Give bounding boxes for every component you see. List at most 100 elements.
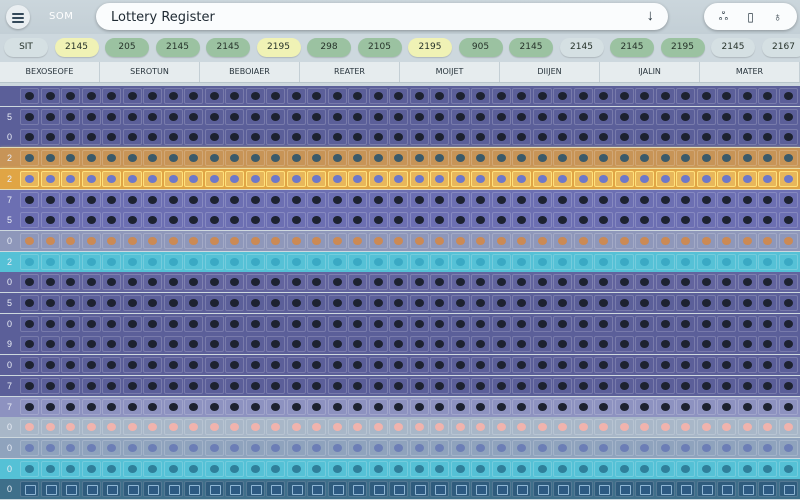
grid-cell[interactable] (655, 336, 675, 353)
grid-cell[interactable] (737, 191, 757, 208)
grid-cell[interactable] (512, 253, 531, 270)
grid-cell[interactable] (614, 419, 634, 436)
grid-cell[interactable] (758, 439, 777, 456)
grid-cell[interactable] (81, 460, 101, 477)
grid-cell[interactable] (471, 295, 490, 311)
grid-cell[interactable] (717, 232, 736, 249)
grid-cell[interactable] (286, 129, 306, 146)
grid-cell[interactable] (532, 315, 552, 332)
grid-cell[interactable] (81, 481, 101, 498)
grid-cell[interactable] (81, 295, 101, 311)
grid-cell[interactable] (717, 191, 736, 208)
grid-cell[interactable] (184, 439, 203, 456)
grid-cell[interactable] (573, 295, 593, 311)
grid-cell[interactable] (307, 253, 326, 270)
grid-cell[interactable] (512, 108, 531, 125)
grid-cell[interactable] (266, 88, 285, 104)
grid-cell[interactable] (61, 108, 80, 125)
grid-cell[interactable] (81, 212, 101, 229)
grid-cell[interactable] (225, 419, 244, 436)
people-icon[interactable]: ஃ (715, 9, 733, 25)
grid-cell[interactable] (696, 439, 716, 456)
grid-cell[interactable] (327, 274, 347, 291)
grid-cell[interactable] (594, 336, 613, 353)
grid-cell[interactable] (327, 398, 347, 415)
grid-cell[interactable] (655, 357, 675, 374)
grid-cell[interactable] (696, 336, 716, 353)
grid-cell[interactable] (758, 377, 777, 394)
grid-cell[interactable] (676, 274, 695, 291)
grid-cell[interactable] (40, 129, 60, 146)
grid-cell[interactable] (368, 274, 388, 291)
grid-cell[interactable] (512, 295, 531, 311)
grid-cell[interactable] (758, 398, 777, 415)
grid-cell[interactable] (122, 439, 142, 456)
grid-cell[interactable] (491, 439, 511, 456)
grid-cell[interactable] (389, 460, 408, 477)
grid-cell[interactable] (81, 357, 101, 374)
grid-cell[interactable] (102, 170, 121, 187)
grid-cell[interactable] (368, 398, 388, 415)
grid-cell[interactable] (450, 170, 470, 187)
grid-cell[interactable] (573, 357, 593, 374)
grid-cell[interactable] (430, 88, 449, 104)
grid-cell[interactable] (368, 315, 388, 332)
grid-cell[interactable] (204, 232, 224, 249)
grid-cell[interactable] (778, 191, 798, 208)
grid-cell[interactable] (225, 212, 244, 229)
grid-cell[interactable] (368, 439, 388, 456)
grid-cell[interactable] (573, 419, 593, 436)
grid-cell[interactable] (778, 170, 798, 187)
grid-cell[interactable] (184, 108, 203, 125)
grid-cell[interactable] (430, 232, 449, 249)
grid-cell[interactable] (348, 274, 367, 291)
grid-cell[interactable] (225, 481, 244, 498)
grid-cell[interactable] (184, 336, 203, 353)
grid-cell[interactable] (102, 419, 121, 436)
grid-cell[interactable] (696, 253, 716, 270)
grid-cell[interactable] (409, 295, 429, 311)
grid-cell[interactable] (143, 170, 162, 187)
grid-cell[interactable] (471, 88, 490, 104)
grid-cell[interactable] (61, 191, 80, 208)
grid-cell[interactable] (204, 191, 224, 208)
grid-cell[interactable] (614, 88, 634, 104)
grid-cell[interactable] (471, 377, 490, 394)
grid-cell[interactable] (450, 377, 470, 394)
grid-cell[interactable] (655, 481, 675, 498)
grid-cell[interactable] (409, 88, 429, 104)
grid-cell[interactable] (778, 88, 798, 104)
grid-cell[interactable] (635, 460, 654, 477)
grid-cell[interactable] (491, 108, 511, 125)
grid-cell[interactable] (553, 170, 572, 187)
grid-cell[interactable] (163, 315, 183, 332)
grid-cell[interactable] (307, 357, 326, 374)
grid-cell[interactable] (778, 439, 798, 456)
grid-cell[interactable] (655, 377, 675, 394)
grid-cell[interactable] (696, 460, 716, 477)
grid-cell[interactable] (40, 88, 60, 104)
grid-cell[interactable] (40, 108, 60, 125)
grid-cell[interactable] (163, 150, 183, 167)
grid-cell[interactable] (163, 481, 183, 498)
grid-cell[interactable] (286, 274, 306, 291)
grid-cell[interactable] (163, 398, 183, 415)
grid-cell[interactable] (286, 108, 306, 125)
grid-cell[interactable] (40, 295, 60, 311)
grid-cell[interactable] (696, 274, 716, 291)
grid-cell[interactable] (409, 481, 429, 498)
grid-cell[interactable] (307, 274, 326, 291)
grid-cell[interactable] (491, 253, 511, 270)
grid-cell[interactable] (737, 129, 757, 146)
grid-cell[interactable] (20, 191, 39, 208)
grid-cell[interactable] (327, 88, 347, 104)
grid-cell[interactable] (594, 377, 613, 394)
grid-cell[interactable] (389, 357, 408, 374)
grid-cell[interactable] (635, 419, 654, 436)
grid-cell[interactable] (307, 439, 326, 456)
grid-cell[interactable] (409, 212, 429, 229)
grid-cell[interactable] (532, 419, 552, 436)
grid-cell[interactable] (163, 377, 183, 394)
grid-cell[interactable] (327, 108, 347, 125)
grid-cell[interactable] (307, 336, 326, 353)
